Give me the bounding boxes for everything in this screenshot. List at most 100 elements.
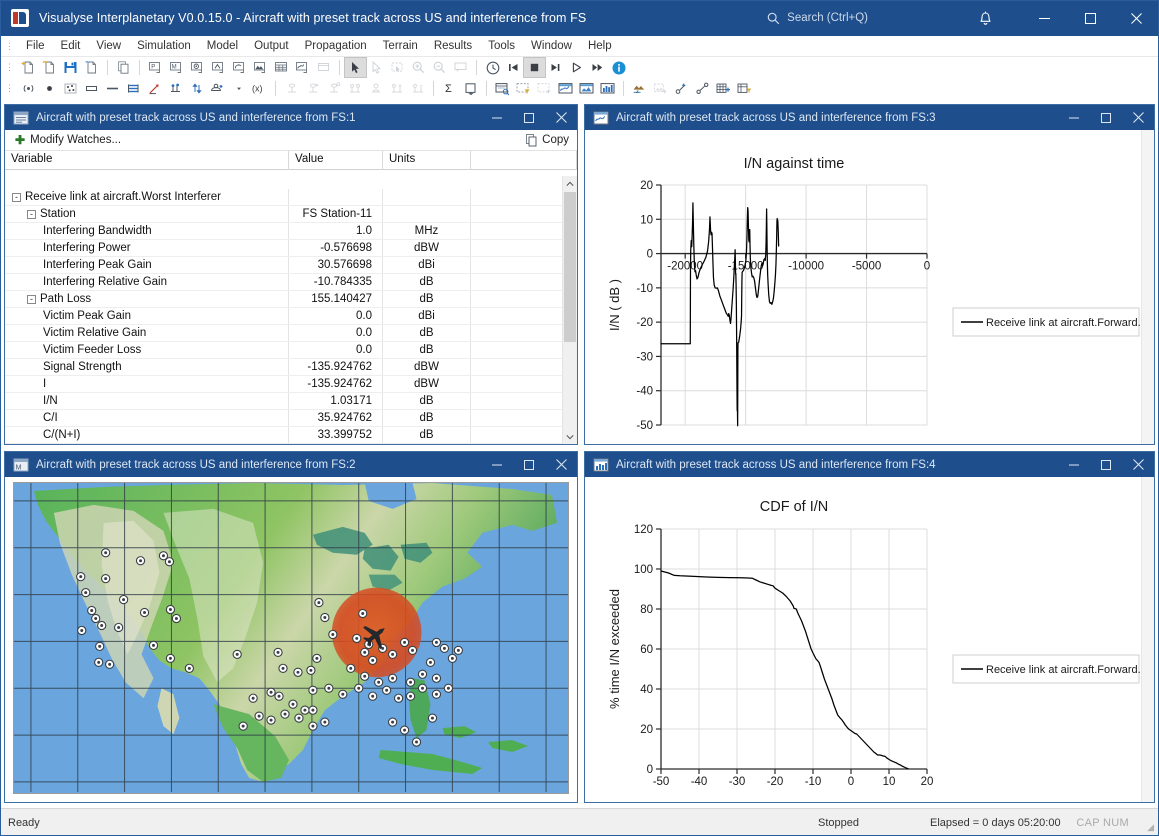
watch-list-maximize-button[interactable] [513, 105, 545, 130]
station-marker[interactable] [248, 693, 258, 703]
scroll-down-button[interactable] [563, 429, 577, 444]
station-marker[interactable] [346, 663, 356, 673]
map-minimize-button[interactable] [481, 452, 513, 477]
station-marker[interactable] [368, 691, 378, 701]
table-row[interactable]: - Path Loss 155.140427 dB [5, 291, 562, 308]
station-marker[interactable] [101, 548, 111, 558]
station-marker[interactable] [278, 663, 288, 673]
station-marker[interactable] [76, 572, 86, 582]
station-marker[interactable] [77, 625, 87, 636]
cdf-chart-titlebar[interactable]: Aircraft with preset track across US and… [585, 452, 1154, 477]
table-row[interactable]: - Station FS Station-11 [5, 206, 562, 223]
step-back-button[interactable] [503, 58, 524, 77]
station-marker[interactable] [320, 717, 330, 727]
table-row[interactable]: Interfering Bandwidth 1.0 MHz [5, 223, 562, 240]
table-row[interactable]: I -135.924762 dBW [5, 376, 562, 393]
in-time-chart-close-button[interactable] [1122, 105, 1154, 130]
station-marker[interactable] [382, 685, 392, 695]
table-row[interactable]: - Receive link at aircraft.Worst Interfer… [5, 189, 562, 206]
antenna-button[interactable] [18, 79, 39, 98]
station-marker[interactable] [164, 557, 175, 567]
group-button[interactable] [207, 79, 228, 98]
in-time-chart-plot[interactable]: I/N against time -50 -40 -30 -20 -10 0 10 20 -200… [585, 130, 1155, 502]
station-marker[interactable] [113, 622, 124, 633]
station-marker[interactable] [368, 655, 378, 665]
station-marker[interactable] [360, 671, 370, 681]
menu-view[interactable]: View [88, 38, 129, 54]
table-row[interactable]: C/I 35.924762 dB [5, 410, 562, 427]
table-row[interactable]: I/N 1.03171 dB [5, 393, 562, 410]
group-dropdown-button[interactable] [228, 79, 249, 98]
map-view[interactable] [13, 482, 569, 794]
list-button[interactable] [123, 79, 144, 98]
station-marker[interactable] [387, 649, 398, 660]
station-marker[interactable] [280, 709, 290, 719]
station-marker[interactable] [447, 653, 458, 663]
scroll-thumb[interactable] [564, 192, 576, 342]
chart-time-button[interactable] [555, 79, 576, 98]
station-marker[interactable] [360, 647, 370, 658]
station-marker[interactable] [232, 649, 242, 660]
new-document-button[interactable] [18, 58, 39, 77]
station-marker[interactable] [427, 713, 438, 723]
station-marker[interactable] [91, 613, 101, 624]
fast-forward-button[interactable] [587, 58, 608, 77]
station-marker[interactable] [118, 594, 129, 605]
station-marker[interactable] [95, 641, 105, 652]
stop-button[interactable] [523, 57, 546, 78]
expander-icon[interactable]: - [27, 294, 36, 304]
menu-propagation[interactable]: Propagation [297, 38, 375, 54]
step-forward-button[interactable] [545, 58, 566, 77]
station-marker[interactable] [97, 620, 107, 631]
station-marker[interactable] [338, 689, 348, 699]
export-button[interactable] [460, 79, 481, 98]
station-marker[interactable] [431, 637, 442, 648]
station-marker[interactable] [288, 699, 298, 709]
toolbar-grip-2[interactable]: ⋮ [0, 84, 18, 93]
updown-button[interactable] [186, 79, 207, 98]
station-marker[interactable] [148, 640, 159, 651]
map-maximize-button[interactable] [513, 452, 545, 477]
station-marker[interactable] [266, 715, 276, 725]
variable-button[interactable]: (x) [249, 79, 270, 98]
station-marker[interactable] [453, 645, 464, 656]
watch-list-titlebar[interactable]: Aircraft with preset track across US and… [5, 105, 577, 130]
expander-icon[interactable]: - [27, 209, 36, 219]
cdf-chart-scrollbar[interactable] [1141, 477, 1154, 802]
station-marker[interactable] [273, 647, 283, 658]
station-marker[interactable] [293, 667, 303, 677]
station-marker[interactable] [387, 717, 398, 727]
simulation-time-button[interactable] [482, 58, 503, 77]
station-marker[interactable] [425, 657, 436, 667]
cdf-chart-close-button[interactable] [1122, 452, 1154, 477]
menu-edit[interactable]: Edit [53, 38, 89, 54]
station-marker[interactable] [306, 665, 316, 675]
vector-button[interactable] [144, 79, 165, 98]
statistics-button[interactable]: Σ [439, 79, 460, 98]
new-modulation-button[interactable]: M [166, 58, 187, 77]
watch-list-scrollbar[interactable] [562, 176, 577, 444]
matrix-filter-button[interactable] [734, 79, 755, 98]
global-search[interactable]: Search (Ctrl+Q) [767, 12, 868, 25]
scroll-up-button[interactable] [563, 176, 577, 191]
station-marker[interactable] [405, 677, 416, 687]
table-row[interactable]: Victim Relative Gain 0.0 dB [5, 325, 562, 342]
station-marker[interactable] [308, 721, 318, 731]
map-titlebar[interactable]: M Aircraft with preset track across US a… [5, 452, 577, 477]
menu-output[interactable]: Output [246, 38, 297, 54]
table-row[interactable]: Interfering Relative Gain -10.784335 dB [5, 274, 562, 291]
table-row[interactable]: Interfering Peak Gain 30.576698 dBi [5, 257, 562, 274]
table-row[interactable]: Victim Feeder Loss 0.0 dB [5, 342, 562, 359]
new-propagation-button[interactable]: P [145, 58, 166, 77]
network-button[interactable] [165, 79, 186, 98]
save-as-button[interactable] [81, 58, 102, 77]
cdf-chart-maximize-button[interactable] [1090, 452, 1122, 477]
station-marker[interactable] [399, 725, 410, 735]
open-document-button[interactable] [39, 58, 60, 77]
copy-watches-button[interactable]: Copy [526, 133, 569, 147]
toolbar-grip-1[interactable]: ⋮ [0, 63, 18, 72]
watch-window-button[interactable] [492, 79, 513, 98]
station-marker[interactable] [139, 607, 150, 618]
path-button[interactable] [671, 79, 692, 98]
notifications-button[interactable] [978, 10, 993, 26]
